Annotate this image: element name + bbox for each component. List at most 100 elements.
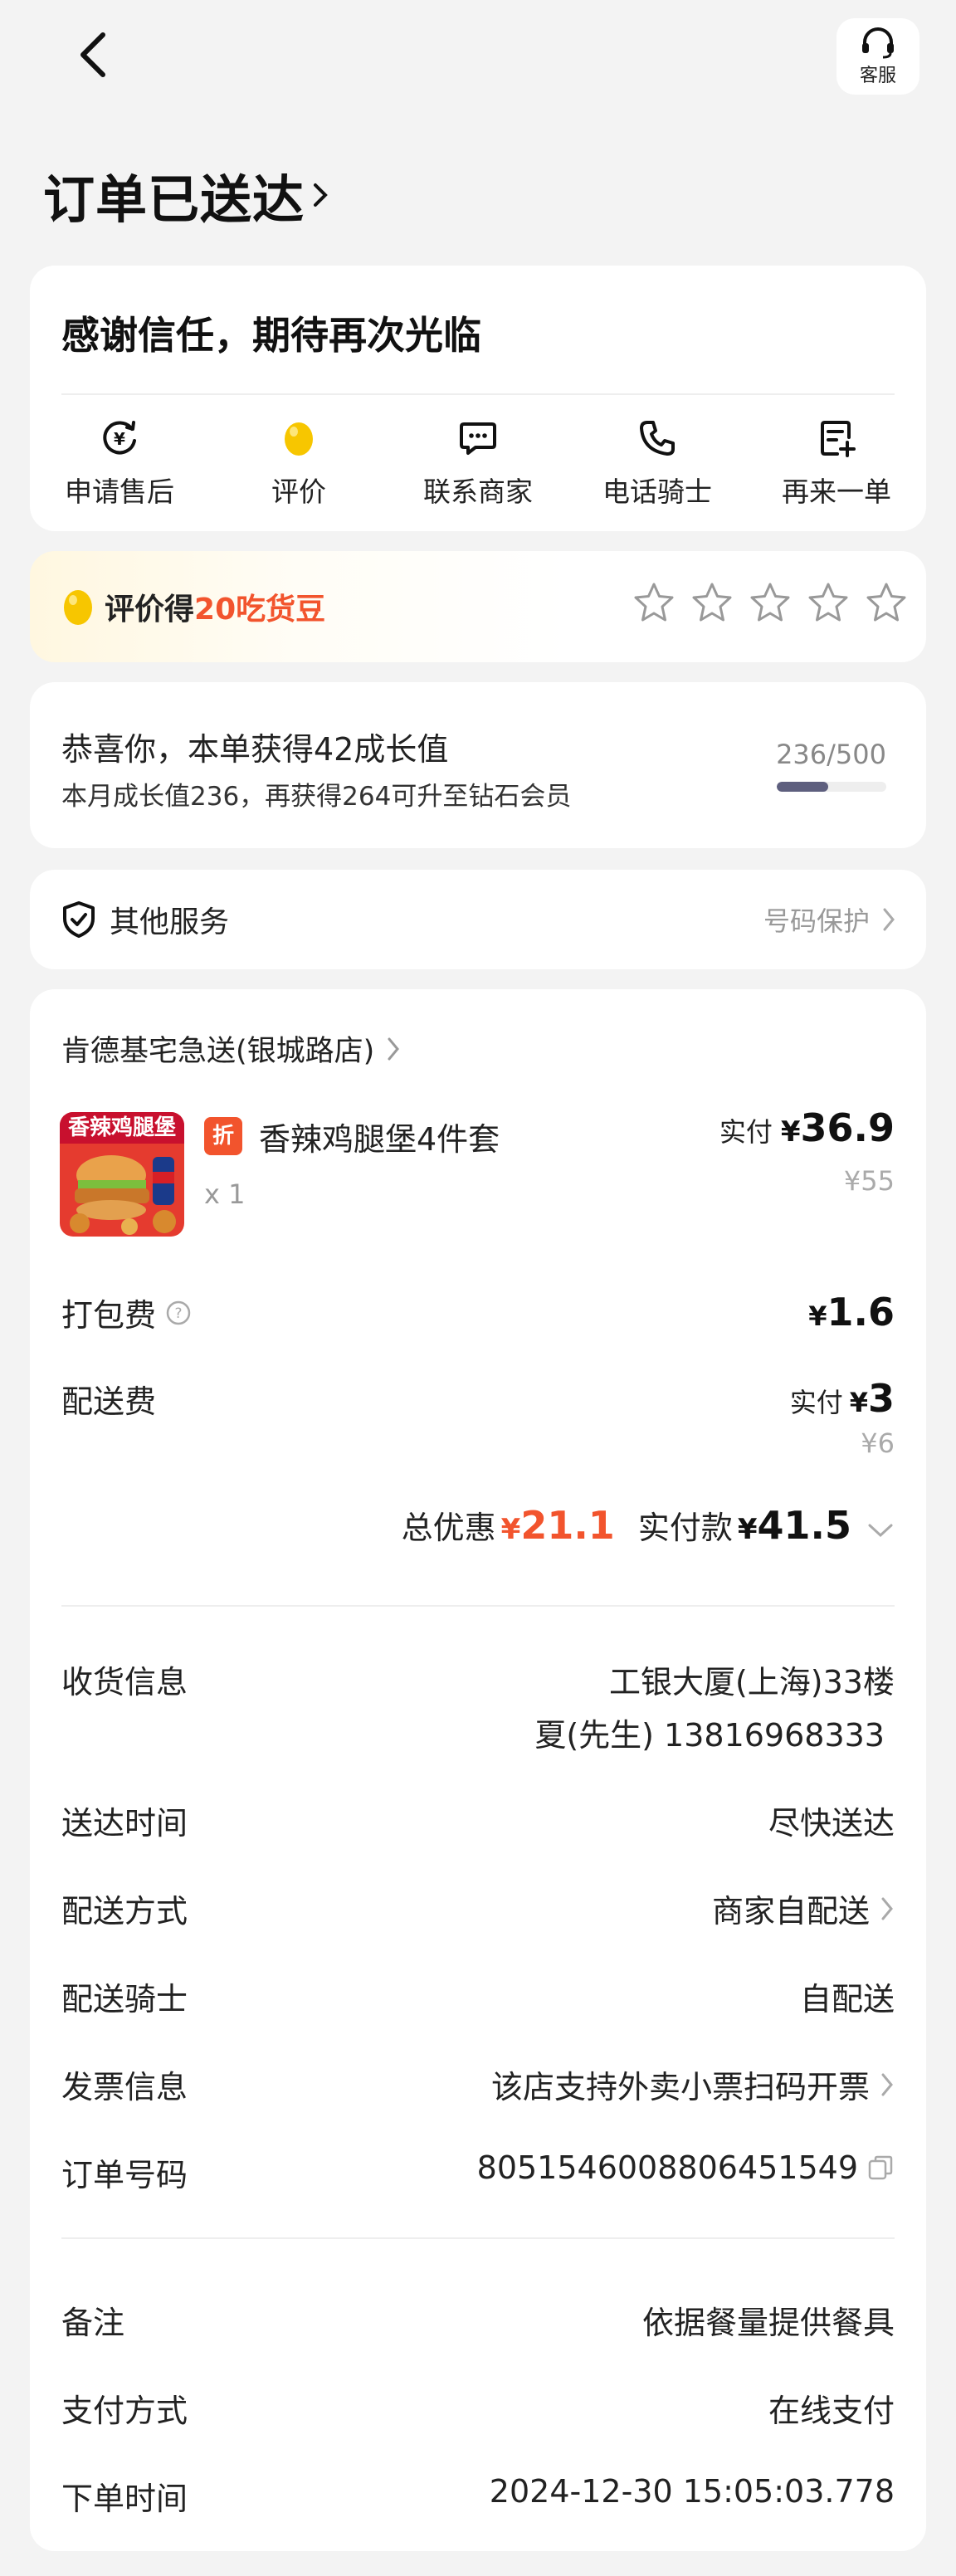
rider-label: 配送骑士: [61, 1981, 188, 2017]
star-icon[interactable]: [690, 581, 734, 624]
svg-text:?: ?: [175, 1305, 183, 1322]
bean-icon: [64, 590, 92, 625]
chevron-right-icon: [881, 2073, 893, 2095]
growth-progress-bar: [777, 782, 886, 792]
packing-fee-label: 打包费: [61, 1297, 157, 1334]
star-rating: [632, 581, 908, 624]
order-card: 肯德基宅急送(银城路店) 香辣鸡腿堡 折 香辣鸡腿堡4件套 x 1 实付 ¥ 3…: [30, 989, 926, 2551]
payment-value: 在线支付: [768, 2393, 895, 2429]
customer-service-button[interactable]: 客服: [836, 18, 919, 95]
back-button[interactable]: [63, 25, 123, 85]
after-sale-label: 申请售后: [65, 476, 174, 508]
star-icon[interactable]: [807, 581, 850, 624]
delivery-fee-original: ¥6: [861, 1427, 895, 1459]
delivery-time-label: 送达时间: [61, 1805, 188, 1842]
growth-card[interactable]: 恭喜你，本单获得42成长值 本月成长值236，再获得264可升至钻石会员 236…: [30, 682, 926, 848]
invoice-value-wrap: 该店支持外卖小票扫码开票: [491, 2061, 895, 2107]
page-title: 订单已送达: [43, 169, 305, 230]
divider: [61, 1605, 895, 1607]
packing-fee-row: 打包费 ? ¥ 1.6: [61, 1290, 895, 1339]
delivery-paid-label: 实付: [789, 1387, 843, 1418]
delivery-fee-amount: 实付 ¥ 3: [790, 1376, 895, 1421]
star-icon[interactable]: [749, 581, 792, 624]
address-line1: 工银大厦(上海)33楼: [608, 1664, 895, 1700]
rating-reward: 评价得20吃货豆: [60, 551, 325, 662]
delivery-fee-label: 配送费: [61, 1383, 157, 1420]
call-rider-label: 电话骑士: [602, 476, 712, 508]
headset-icon: [862, 27, 894, 59]
chevron-left-icon: [80, 32, 105, 77]
bean-icon: [276, 415, 322, 461]
other-services-row[interactable]: 其他服务 号码保护: [30, 870, 926, 969]
rider-row: 配送骑士 自配送: [61, 1973, 895, 2023]
currency-symbol: ¥: [500, 1513, 521, 1546]
delivery-fee-value: 3: [867, 1376, 895, 1421]
item-paid-label: 实付: [719, 1116, 773, 1148]
discount-badge: 折: [204, 1117, 242, 1155]
burger-illustration: [70, 1155, 176, 1235]
star-icon[interactable]: [632, 581, 676, 624]
item-original-price: ¥55: [843, 1165, 895, 1197]
rider-value: 自配送: [799, 1981, 895, 2017]
chat-icon: [455, 415, 501, 461]
note-label: 备注: [61, 2305, 125, 2341]
chevron-right-icon: [388, 1037, 400, 1060]
other-services-left: 其他服务: [61, 870, 229, 969]
number-protection-link[interactable]: 号码保护: [763, 870, 896, 969]
total-paid-label: 实付款: [637, 1510, 733, 1546]
rating-card: 评价得20吃货豆: [30, 551, 926, 662]
other-services-label: 其他服务: [110, 905, 230, 939]
payment-row: 支付方式 在线支付: [61, 2385, 895, 2435]
order-total[interactable]: 总优惠 ¥ 21.1 实付款 ¥ 41.5: [402, 1502, 895, 1548]
rating-reward-text: 评价得20吃货豆: [105, 585, 325, 628]
store-name: 肯德基宅急送(银城路店): [61, 1035, 375, 1068]
delivery-method-value-wrap: 商家自配送: [712, 1886, 895, 1931]
address-row: 收货信息 工银大厦(上海)33楼 夏(先生) 13816968333: [61, 1656, 895, 1764]
chevron-right-icon: [314, 183, 328, 207]
food-image[interactable]: 香辣鸡腿堡: [60, 1112, 184, 1237]
copy-icon[interactable]: [866, 2154, 895, 2182]
order-time-label: 下单时间: [61, 2481, 188, 2517]
shield-check-icon: [63, 901, 95, 938]
reorder-button[interactable]: 再来一单: [747, 415, 926, 510]
phone-icon: [634, 415, 680, 461]
after-sale-button[interactable]: ¥ 申请售后: [30, 415, 209, 510]
reorder-icon: [813, 415, 860, 461]
contact-merchant-button[interactable]: 联系商家: [388, 415, 568, 510]
order-status-title[interactable]: 订单已送达: [43, 158, 329, 232]
divider: [61, 393, 895, 395]
food-quantity: x 1: [204, 1178, 246, 1210]
address-line2: 夏(先生) 13816968333: [534, 1717, 885, 1754]
invoice-label: 发票信息: [61, 2069, 188, 2105]
chevron-down-icon: [868, 1524, 893, 1538]
reorder-label: 再来一单: [782, 476, 891, 508]
after-sale-icon: ¥: [96, 415, 143, 461]
delivery-method-row[interactable]: 配送方式 商家自配送: [61, 1886, 895, 1935]
chevron-right-icon: [881, 1897, 893, 1920]
divider: [61, 2237, 895, 2239]
call-rider-button[interactable]: 电话骑士: [568, 415, 747, 510]
food-image-banner: 香辣鸡腿堡: [60, 1112, 184, 1144]
store-link[interactable]: 肯德基宅急送(银城路店): [61, 1027, 401, 1070]
review-label: 评价: [271, 476, 326, 508]
contact-merchant-label: 联系商家: [423, 476, 533, 508]
currency-symbol: ¥: [780, 1115, 801, 1149]
invoice-row[interactable]: 发票信息 该店支持外卖小票扫码开票: [61, 2061, 895, 2111]
address-label: 收货信息: [61, 1664, 188, 1700]
currency-symbol: ¥: [849, 1387, 868, 1418]
help-icon[interactable]: ?: [164, 1299, 193, 1327]
chevron-right-icon: [883, 908, 895, 931]
invoice-value: 该店支持外卖小票扫码开票: [490, 2069, 870, 2105]
delivery-time-value: 尽快送达: [768, 1805, 895, 1842]
packing-fee-name-wrap: 打包费 ?: [61, 1290, 193, 1335]
total-paid-value: 41.5: [757, 1503, 852, 1548]
number-protection-label: 号码保护: [763, 905, 870, 937]
star-icon[interactable]: [865, 581, 908, 624]
currency-symbol: ¥: [808, 1300, 827, 1332]
review-button[interactable]: 评价: [209, 415, 388, 510]
order-number-value: 8051546008806451549: [476, 2149, 858, 2186]
order-number-row: 订单号码 8051546008806451549: [61, 2149, 895, 2199]
delivery-method-label: 配送方式: [61, 1893, 188, 1930]
delivery-method-value: 商家自配送: [711, 1893, 870, 1930]
item-paid-value: 36.9: [800, 1105, 895, 1150]
